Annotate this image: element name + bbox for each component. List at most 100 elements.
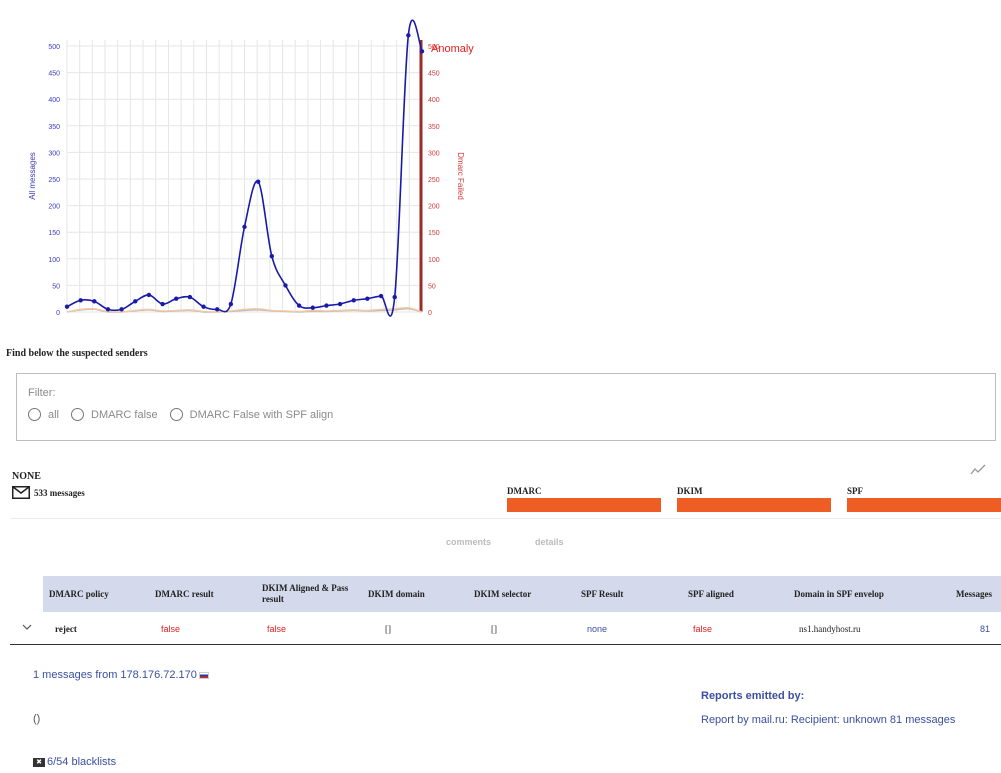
data-point: [119, 307, 124, 312]
left-axis-label: All messages: [28, 152, 37, 200]
col-messages: Messages: [956, 588, 992, 599]
report-item[interactable]: Report by mail.ru: Recipient: unknown 81…: [701, 714, 955, 726]
col-spf-aligned: SPF aligned: [688, 588, 734, 599]
right-tick-label: 350: [428, 124, 440, 131]
right-tick-label: 0: [428, 310, 432, 317]
message-count: 533 messages: [12, 486, 85, 499]
data-point: [160, 301, 165, 307]
left-tick-label: 0: [56, 310, 60, 317]
left-tick-label: 350: [48, 124, 60, 131]
chart-grid: [66, 40, 423, 313]
data-point: [174, 296, 179, 301]
right-tick-label: 400: [428, 97, 440, 104]
col-dkim-domain: DKIM domain: [368, 588, 425, 599]
details-parens: (): [33, 713, 41, 725]
left-tick-label: 150: [48, 230, 60, 237]
russia-flag-icon: [198, 671, 209, 679]
right-axis-ticks: 050100150200250300350400450500: [419, 40, 440, 317]
table-header: DMARC policy DMARC result DKIM Aligned &…: [43, 576, 1001, 612]
ip-messages-label[interactable]: 1 messages from 178.176.72.170: [33, 669, 197, 681]
right-tick-label: 250: [428, 177, 440, 184]
filter-options: all DMARC false DMARC False with SPF ali…: [28, 408, 345, 421]
blacklists-label[interactable]: 6/54 blacklists: [47, 756, 116, 768]
left-tick-label: 400: [48, 97, 60, 104]
data-point: [283, 283, 288, 288]
right-tick-label: 300: [428, 150, 440, 157]
message-count-label: 533 messages: [34, 487, 85, 498]
filter-option-label: all: [48, 408, 60, 421]
left-tick-label: 200: [48, 204, 60, 211]
filter-title: Filter:: [28, 387, 56, 399]
left-tick-label: 450: [48, 71, 60, 78]
cell-dmarc-policy: reject: [55, 623, 77, 634]
data-point: [310, 305, 315, 310]
tab-details[interactable]: details: [535, 537, 564, 547]
dmarc-bar-fill: [507, 498, 661, 512]
data-point: [146, 292, 152, 298]
blacklists-link[interactable]: ✖ 6/54 blacklists: [33, 756, 116, 768]
data-point: [296, 303, 302, 308]
data-point: [269, 253, 275, 259]
radio-circle-icon[interactable]: [169, 408, 183, 421]
legend-anomaly[interactable]: Anomaly: [431, 43, 474, 55]
right-tick-label: 100: [428, 257, 440, 264]
right-tick-label: 50: [428, 283, 436, 290]
ip-messages-link[interactable]: 1 messages from 178.176.72.170: [33, 669, 209, 681]
data-point: [419, 49, 425, 54]
dkim-bar-label: DKIM: [677, 486, 703, 496]
dkim-bar-fill: [677, 498, 831, 512]
right-axis-label: Dmarc Failed: [456, 152, 465, 200]
left-tick-label: 100: [48, 257, 60, 264]
data-point: [365, 296, 370, 301]
data-point: [324, 303, 329, 308]
dmarc-bar-label: DMARC: [507, 486, 542, 496]
left-tick-label: 300: [48, 150, 60, 157]
cell-messages: 81: [980, 623, 991, 634]
data-point: [64, 304, 70, 309]
cell-dkim-domain: []: [385, 623, 391, 634]
trend-chart-icon[interactable]: [970, 464, 986, 476]
envelope-icon: [12, 486, 30, 499]
col-spf-result: SPF Result: [581, 588, 624, 599]
blacklist-icon: ✖: [33, 757, 45, 767]
filter-radio-dmarc-false-spf-align[interactable]: DMARC False with SPF align: [169, 408, 334, 421]
filter-option-label: DMARC false: [91, 408, 158, 421]
filter-radio-all[interactable]: all: [28, 408, 59, 421]
col-dmarc-policy: DMARC policy: [49, 588, 109, 599]
left-tick-label: 250: [48, 177, 60, 184]
data-point: [187, 294, 193, 300]
col-dmarc-result: DMARC result: [155, 588, 214, 599]
chevron-down-icon[interactable]: [22, 623, 32, 631]
suspected-senders-heading: Find below the suspected senders: [6, 348, 148, 359]
radio-circle-icon[interactable]: [28, 408, 41, 421]
anomaly-chart: 0 50 100 150 200 250 300 350 400 450 500 0 50 100 150…: [28, 19, 474, 317]
col-dkim-aligned: DKIM Aligned & Pass result: [262, 583, 349, 604]
dmarc-bar: DMARC: [507, 486, 661, 512]
data-point: [201, 304, 206, 309]
reports-heading: Reports emitted by:: [701, 690, 805, 702]
data-point: [133, 299, 138, 304]
data-point: [214, 307, 220, 312]
cell-dkim-aligned: false: [267, 623, 287, 634]
left-tick-label: 50: [52, 283, 60, 290]
cell-dkim-selector: []: [491, 623, 497, 634]
radio-circle-icon[interactable]: [71, 408, 85, 421]
table-row[interactable]: reject false false [] [] none false ns1.…: [10, 612, 1001, 645]
filter-option-label: DMARC False with SPF align: [189, 408, 334, 421]
col-spf-envelop: Domain in SPF envelop: [794, 588, 884, 599]
data-point: [351, 298, 356, 303]
spf-bar: SPF: [847, 486, 1001, 512]
data-point: [392, 294, 397, 300]
data-point: [228, 301, 234, 307]
right-tick-label: 150: [428, 230, 440, 237]
data-point: [242, 224, 247, 230]
filter-radio-dmarc-false[interactable]: DMARC false: [71, 408, 158, 421]
divider: [10, 518, 1001, 519]
right-tick-label: 200: [428, 204, 440, 211]
data-point: [255, 179, 261, 184]
filter-panel: Filter: all DMARC false DMARC False with…: [16, 373, 996, 441]
data-point: [378, 293, 384, 299]
tab-comments[interactable]: comments: [446, 537, 491, 547]
cell-dmarc-result: false: [161, 623, 181, 634]
cell-spf-aligned: false: [693, 623, 713, 634]
